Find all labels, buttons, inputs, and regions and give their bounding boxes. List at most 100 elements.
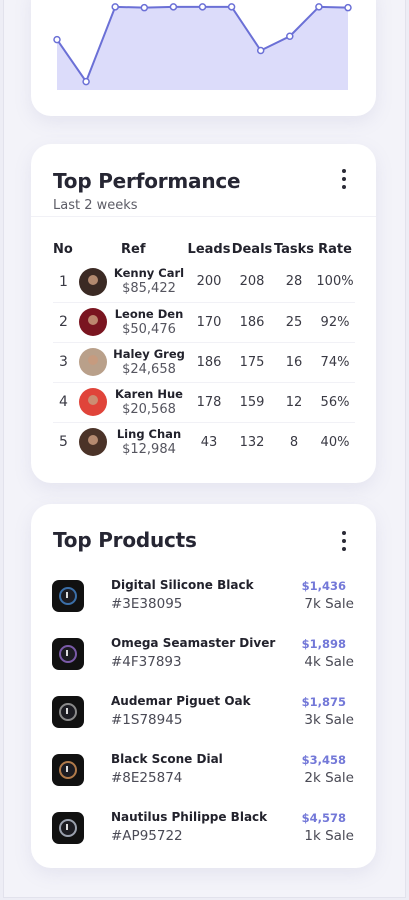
ref-name[interactable]: Ling Chan — [111, 427, 187, 441]
chart-point[interactable] — [82, 77, 90, 86]
list-item[interactable]: Digital Silicone Black #3E38095 $1,436 7k S… — [31, 574, 376, 620]
row-number: 2 — [53, 302, 75, 343]
tasks-value: 28 — [273, 262, 315, 303]
tasks-value: 16 — [273, 342, 315, 383]
chart-point[interactable] — [198, 3, 207, 11]
ref-name[interactable]: Karen Hue — [111, 387, 187, 401]
product-code: #4F37893 — [111, 654, 182, 670]
row-number: 3 — [53, 342, 75, 383]
leads-value: 170 — [187, 302, 231, 343]
tasks-value: 12 — [273, 382, 315, 423]
col-no: No — [53, 241, 73, 257]
product-price: $1,898 — [301, 637, 346, 651]
product-price: $1,875 — [301, 695, 346, 709]
list-item[interactable]: Black Scone Dial #8E25874 $3,458 2k Sale — [31, 748, 376, 794]
deals-value: 186 — [231, 302, 273, 343]
table-row[interactable]: 1 Kenny Carl $85,422 200 208 28 100% — [53, 262, 355, 303]
tasks-value: 25 — [273, 302, 315, 343]
table-row[interactable]: 5 Ling Chan $12,984 43 132 8 40% — [53, 422, 355, 462]
product-code: #AP95722 — [111, 828, 183, 844]
product-sales: 2k Sale — [304, 770, 354, 786]
col-rate: Rate — [318, 241, 352, 257]
product-price: $3,458 — [301, 753, 346, 767]
list-item[interactable]: Nautilus Philippe Black #AP95722 $4,578 1k … — [31, 806, 376, 852]
deals-value: 208 — [231, 262, 273, 303]
leads-value: 200 — [187, 262, 231, 303]
product-code: #3E38095 — [111, 596, 183, 612]
product-code: #1S78945 — [111, 712, 183, 728]
chart-point[interactable] — [140, 3, 149, 12]
avatar — [79, 267, 107, 296]
leads-value: 178 — [187, 382, 231, 423]
chart-point[interactable] — [53, 35, 61, 44]
table-row[interactable]: 2 Leone Den $50,476 170 186 25 92% — [53, 302, 355, 343]
performance-title: Top Performance — [53, 169, 241, 193]
ref-name[interactable]: Leone Den — [111, 307, 187, 321]
chart-point[interactable] — [111, 3, 119, 11]
products-menu-icon[interactable] — [340, 531, 348, 551]
row-number: 4 — [53, 382, 75, 423]
ref-amount: $12,984 — [122, 441, 176, 457]
rate-value: 74% — [315, 342, 355, 383]
table-header-row: No Ref Leads Deals Tasks Rate — [53, 236, 355, 262]
table-row[interactable]: 4 Karen Hue $20,568 178 159 12 56% — [53, 382, 355, 423]
ref-amount: $24,658 — [122, 361, 176, 377]
ref-name[interactable]: Kenny Carl — [111, 266, 187, 280]
product-price: $4,578 — [301, 811, 346, 825]
performance-divider — [31, 216, 376, 217]
avatar — [79, 348, 107, 376]
watch-icon — [52, 580, 84, 612]
table-row[interactable]: 3 Haley Greg $24,658 186 175 16 74% — [53, 342, 355, 383]
performance-menu-icon[interactable] — [340, 169, 348, 189]
product-name[interactable]: Nautilus Philippe Black — [111, 810, 267, 824]
deals-value: 159 — [231, 382, 273, 423]
col-leads: Leads — [187, 241, 231, 257]
leads-value: 43 — [200, 434, 218, 450]
product-name[interactable]: Digital Silicone Black — [111, 578, 254, 592]
rate-value: 40% — [320, 434, 350, 450]
performance-table: No Ref Leads Deals Tasks Rate 1 Kenny Car… — [53, 236, 355, 462]
ref-amount: $85,422 — [122, 281, 176, 297]
sales-chart-card — [31, 0, 376, 116]
product-sales: 1k Sale — [304, 828, 354, 844]
deals-value: 175 — [231, 342, 273, 383]
col-tasks: Tasks — [273, 241, 315, 257]
col-deals: Deals — [231, 241, 273, 257]
products-title: Top Products — [53, 528, 197, 552]
product-price: $1,436 — [301, 579, 346, 593]
rate-value: 56% — [315, 382, 355, 423]
col-ref: Ref — [121, 241, 146, 257]
avatar — [79, 428, 107, 457]
leads-value: 186 — [187, 342, 231, 383]
chart-area-fill — [57, 6, 348, 91]
area-chart — [53, 3, 352, 91]
watch-icon — [52, 638, 84, 670]
product-sales: 3k Sale — [304, 712, 354, 728]
chart-point[interactable] — [344, 3, 352, 12]
chart-point[interactable] — [169, 3, 178, 11]
top-performance-card: Top Performance Last 2 weeks No Ref Lead… — [31, 144, 376, 483]
product-name[interactable]: Omega Seamaster Diver — [111, 636, 275, 650]
product-name[interactable]: Audemar Piguet Oak — [111, 694, 251, 708]
avatar — [79, 308, 107, 336]
watch-icon — [52, 696, 84, 728]
tasks-value: 8 — [289, 434, 299, 450]
list-item[interactable]: Audemar Piguet Oak #1S78945 $1,875 3k Sale — [31, 690, 376, 736]
ref-name[interactable]: Haley Greg — [111, 347, 187, 361]
chart-point[interactable] — [227, 3, 236, 11]
watch-icon — [52, 812, 84, 844]
avatar — [79, 388, 107, 416]
chart-point[interactable] — [315, 3, 323, 11]
product-name[interactable]: Black Scone Dial — [111, 752, 223, 766]
list-item[interactable]: Omega Seamaster Diver #4F37893 $1,898 4k Sa… — [31, 632, 376, 678]
product-code: #8E25874 — [111, 770, 183, 786]
product-sales: 7k Sale — [304, 596, 354, 612]
rate-value: 92% — [315, 302, 355, 343]
row-number: 1 — [53, 262, 75, 303]
ref-amount: $20,568 — [122, 401, 176, 417]
chart-point[interactable] — [286, 32, 294, 40]
ref-amount: $50,476 — [122, 321, 176, 337]
rate-value: 100% — [315, 262, 355, 303]
chart-point[interactable] — [256, 46, 265, 55]
watch-icon — [52, 754, 84, 786]
